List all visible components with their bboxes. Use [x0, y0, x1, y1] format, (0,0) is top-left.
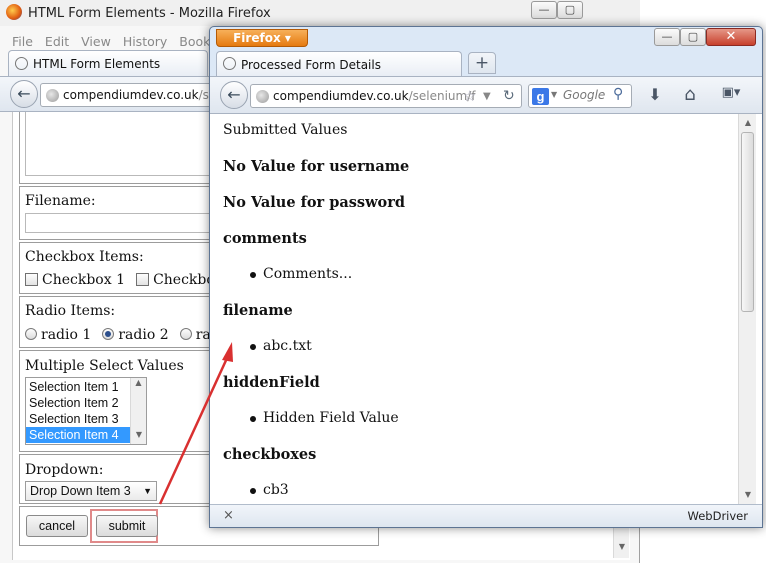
arrow-head-icon — [222, 342, 233, 362]
annotation-arrow — [158, 342, 233, 505]
arrow-line — [158, 355, 230, 505]
